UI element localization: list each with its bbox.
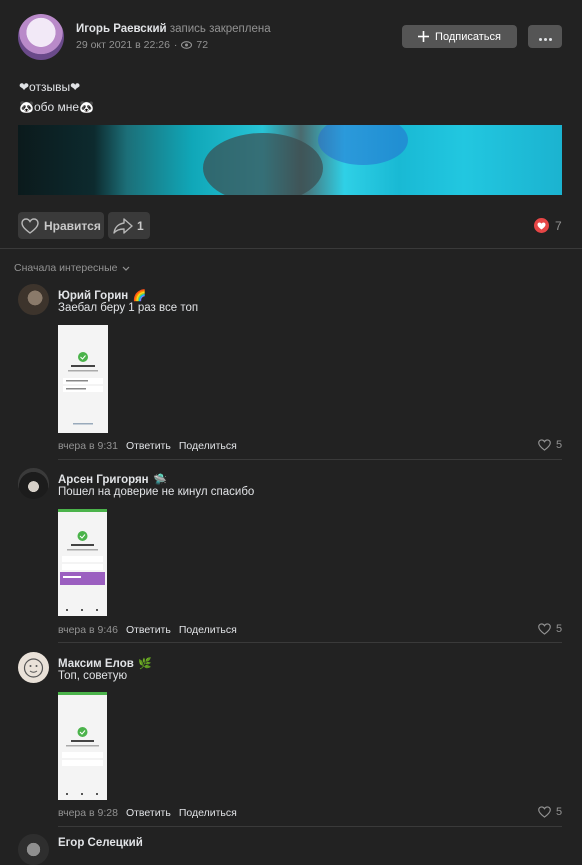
divider (0, 248, 582, 249)
author-badge: 🌿 (138, 658, 152, 670)
comment-avatar[interactable] (18, 652, 49, 683)
sort-dropdown[interactable]: Сначала интересные (14, 262, 130, 274)
check-icon (58, 692, 107, 795)
comment-avatar[interactable] (18, 468, 49, 499)
share-comment-button[interactable]: Поделиться (179, 624, 237, 636)
share-comment-button[interactable]: Поделиться (179, 440, 237, 452)
comment-attachment-thumbnail[interactable] (58, 509, 107, 616)
comment-divider (58, 642, 562, 643)
comment-time[interactable]: вчера в 9:31 (58, 440, 118, 452)
comment-footer: вчера в 9:31 Ответить Поделиться (58, 440, 237, 452)
post-text-line-2: 🐼обо мне🐼 (19, 100, 94, 114)
sort-label: Сначала интересные (14, 262, 118, 274)
comment-divider (58, 826, 562, 827)
subscribe-button[interactable]: Подписаться (402, 25, 517, 48)
comment-author[interactable]: Егор Селецкий (58, 837, 143, 849)
reply-button[interactable]: Ответить (126, 624, 171, 636)
comment-like-button[interactable]: 5 (538, 439, 562, 451)
heart-outline-icon (21, 217, 39, 234)
comment-like-count: 5 (556, 439, 563, 451)
comment-author[interactable]: Максим Елов (58, 658, 134, 670)
comment-author[interactable]: Арсен Григорян (58, 474, 149, 486)
comment-author[interactable]: Юрий Горин (58, 290, 128, 302)
eye-icon (181, 41, 193, 49)
author-badge: 🌈 (132, 290, 147, 302)
chevron-down-icon (122, 266, 129, 271)
comment-like-count: 5 (556, 806, 563, 818)
share-count: 1 (137, 218, 144, 233)
heart-outline-icon (538, 623, 551, 635)
plus-icon (418, 31, 430, 42)
like-button[interactable]: Нравится (18, 212, 104, 239)
share-button[interactable]: 1 (108, 212, 150, 239)
reply-button[interactable]: Ответить (126, 807, 171, 819)
comment-divider (58, 459, 562, 460)
separator-dot: · (173, 39, 178, 51)
views-count: 72 (196, 39, 209, 51)
comment-attachment-thumbnail[interactable] (58, 692, 107, 800)
post-meta: 29 окт 2021 в 22:26 · 72 (76, 39, 208, 51)
image-highlight (318, 125, 408, 165)
post-author-name[interactable]: Игорь Раевский (76, 23, 167, 35)
comment-text: Заебал беру 1 раз все топ (58, 302, 199, 314)
red-heart-icon (534, 218, 549, 233)
comment-text: Топ, советую (58, 670, 128, 682)
comment-time[interactable]: вчера в 9:46 (58, 624, 118, 636)
post-text-line-1: ❤отзывы❤ (19, 80, 81, 94)
comment-avatar[interactable] (18, 834, 49, 865)
image-shadow (203, 133, 323, 195)
comment-like-button[interactable]: 5 (538, 623, 562, 635)
author-avatar[interactable] (18, 14, 64, 60)
check-icon (58, 509, 107, 611)
pinned-label: запись закреплена (169, 23, 271, 35)
comment-avatar[interactable] (18, 284, 49, 315)
comment-attachment-thumbnail[interactable] (58, 325, 108, 433)
heart-outline-icon (538, 806, 551, 818)
check-icon (63, 352, 103, 425)
subscribe-label: Подписаться (435, 30, 501, 43)
reply-button[interactable]: Ответить (126, 440, 171, 452)
doodle-face-icon (23, 658, 44, 678)
comment-like-button[interactable]: 5 (538, 806, 562, 818)
post-date[interactable]: 29 окт 2021 в 22:26 (76, 39, 170, 51)
comment-like-count: 5 (556, 623, 563, 635)
comment-footer: вчера в 9:46 Ответить Поделиться (58, 624, 237, 636)
likes-count: 7 (555, 218, 562, 233)
comment-footer: вчера в 9:28 Ответить Поделиться (58, 807, 237, 819)
comment-text: Пошел на доверие не кинул спасибо (58, 486, 255, 498)
post-author-line: Игорь Раевский запись закреплена (76, 23, 271, 35)
reactions[interactable]: 7 (534, 218, 562, 233)
share-comment-button[interactable]: Поделиться (179, 807, 237, 819)
more-button[interactable] (528, 25, 562, 48)
share-icon (113, 217, 133, 234)
author-badge: 🛸 (153, 474, 167, 486)
more-icon (538, 28, 553, 46)
post-image[interactable] (18, 125, 562, 195)
heart-outline-icon (538, 439, 551, 451)
comment-time[interactable]: вчера в 9:28 (58, 807, 118, 819)
like-label: Нравится (44, 218, 101, 233)
